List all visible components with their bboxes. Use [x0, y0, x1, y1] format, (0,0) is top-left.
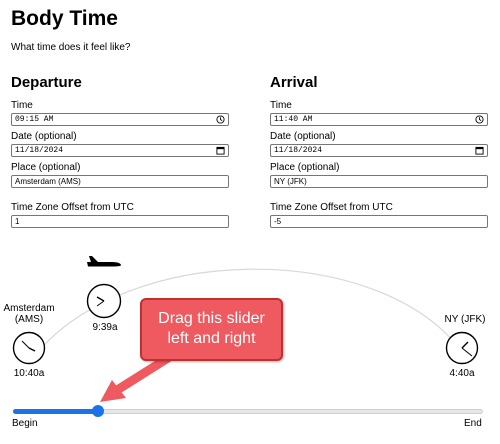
callout-line-2: left and right	[167, 330, 256, 347]
instruction-callout: Drag this slider left and right	[140, 298, 283, 361]
callout-line-1: Drag this slider	[158, 310, 265, 327]
slider-end-label: End	[464, 418, 482, 429]
journey-slider-fill	[13, 409, 98, 414]
journey-slider-thumb[interactable]	[91, 405, 104, 417]
slider-begin-label: Begin	[12, 418, 38, 429]
callout-arrow	[100, 353, 173, 402]
